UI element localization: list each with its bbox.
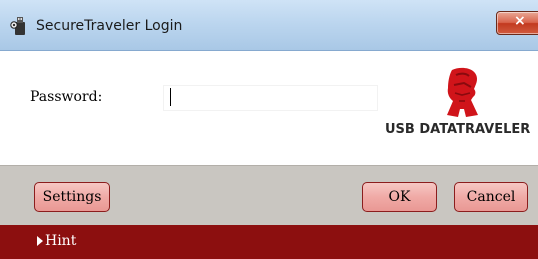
password-label: Password:	[30, 89, 103, 105]
settings-button[interactable]: Settings	[34, 182, 110, 212]
button-bar: Settings OK Cancel	[0, 165, 538, 226]
app-icon	[10, 17, 25, 35]
expand-arrow-icon[interactable]	[37, 236, 43, 246]
close-button[interactable]: ×	[496, 11, 538, 35]
cancel-button[interactable]: Cancel	[454, 182, 528, 212]
kingston-head-icon	[447, 67, 478, 117]
logo-text: USB DATATRAVELER	[385, 122, 531, 137]
hint-bar[interactable]: Hint	[0, 225, 538, 259]
login-window: SecureTraveler Login × Password: USB DAT…	[0, 0, 538, 259]
password-input[interactable]	[164, 86, 377, 110]
datatraveler-logo: USB DATATRAVELER	[380, 63, 538, 155]
title-bar[interactable]: SecureTraveler Login ×	[0, 0, 538, 51]
close-icon: ×	[514, 13, 526, 29]
window-title: SecureTraveler Login	[36, 18, 183, 34]
text-caret	[170, 88, 171, 106]
hint-toggle[interactable]: Hint	[45, 233, 76, 249]
ok-button[interactable]: OK	[362, 182, 437, 212]
